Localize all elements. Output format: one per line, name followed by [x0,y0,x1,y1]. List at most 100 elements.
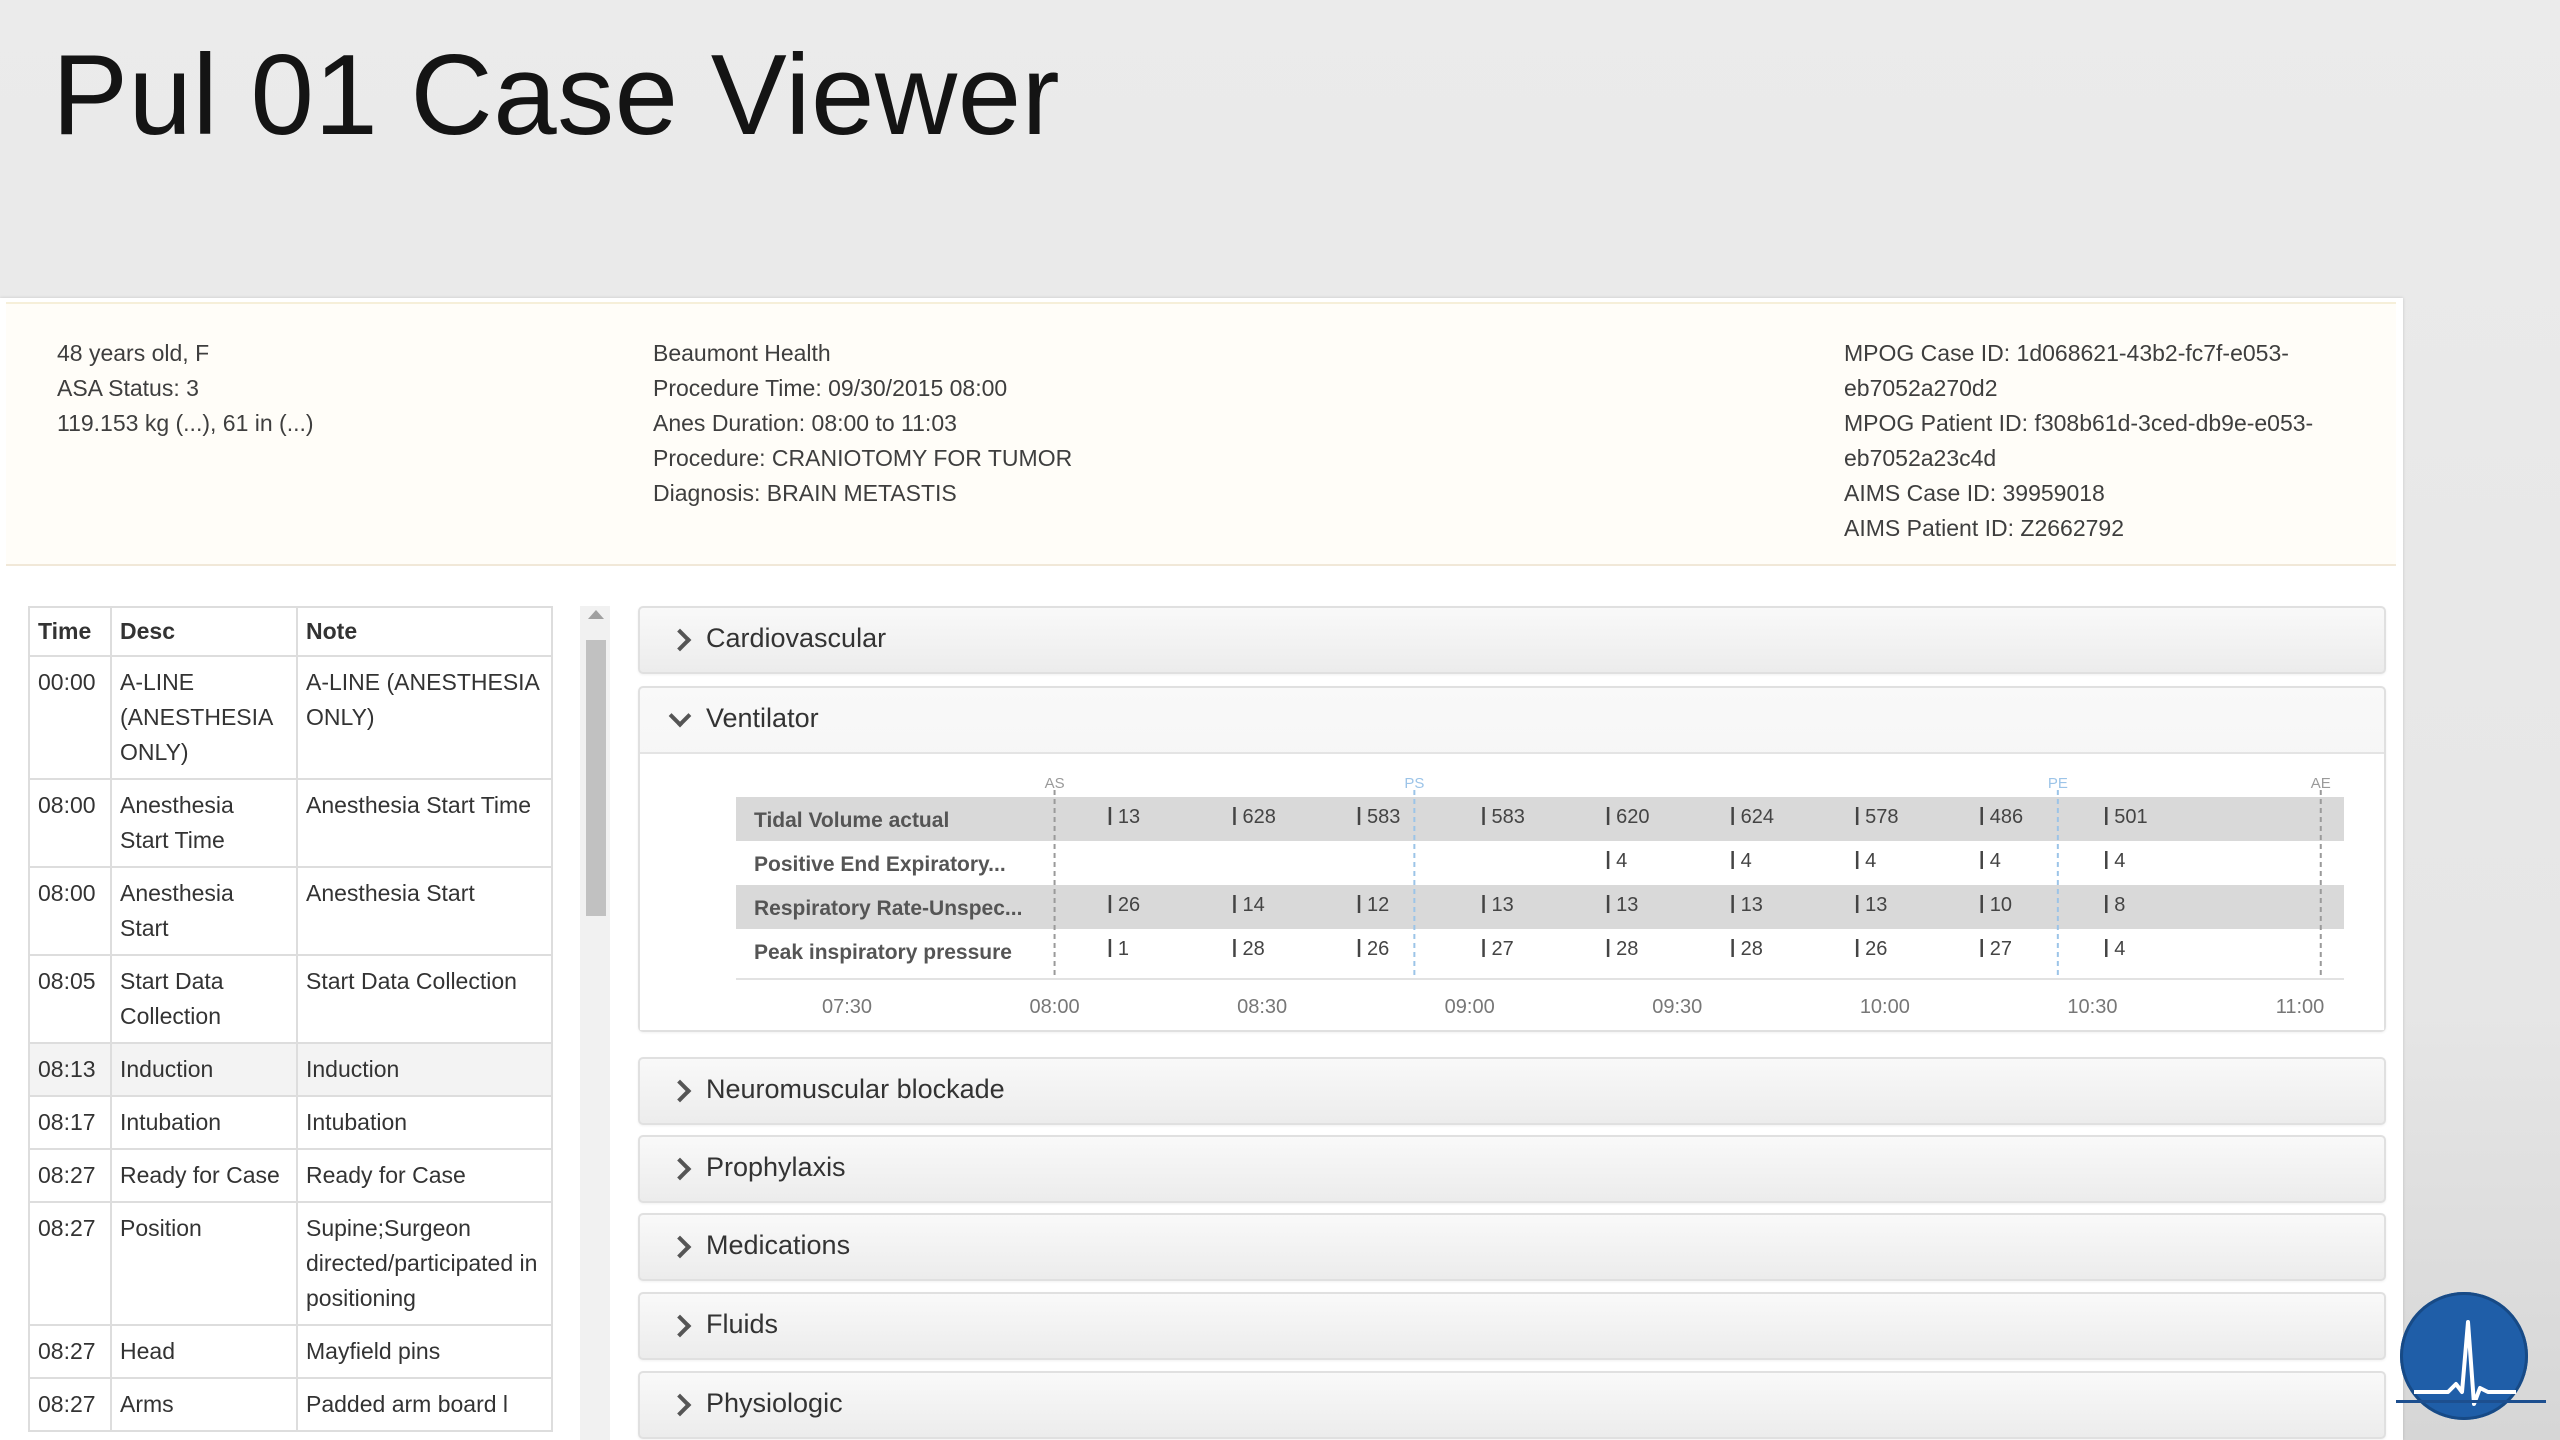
event-marker-label: PS [1404,775,1424,792]
ventilator-body: Tidal Volume actual Positive End Expirato… [640,752,2384,1030]
section-physiologic[interactable]: Physiologic [638,1371,2386,1439]
table-row[interactable]: 08:27 Position Supine;Surgeon directed/p… [28,1201,553,1326]
cell-time: 08:27 [28,1324,112,1379]
logo-baseline [2396,1400,2546,1403]
section-label: Prophylaxis [706,1152,846,1182]
value-label: 4 [1616,850,1627,872]
section-ventilator[interactable]: Ventilator Tidal Volume actual Positive E… [638,686,2386,1032]
table-row[interactable]: 08:00 Anesthesia Start Time Anesthesia S… [28,778,553,868]
patient-info: 48 years old, F ASA Status: 3 119.153 kg… [57,336,314,441]
events-table-container: Time Desc Note 00:00 A-LINE (ANESTHESIA … [28,606,555,1440]
section-neuromuscular-blockade[interactable]: Neuromuscular blockade [638,1057,2386,1125]
weight-height: 119.153 kg (...), 61 in (...) [57,410,314,436]
table-row[interactable]: 08:27 Arms Padded arm board l [28,1377,553,1432]
value-label: 13 [1616,894,1638,916]
table-row[interactable]: 08:05 Start Data Collection Start Data C… [28,954,553,1044]
value-label: 26 [1118,894,1140,916]
section-label: Ventilator [706,703,819,733]
mpog-case-id: MPOG Case ID: 1d068621-43b2-fc7f-e053- [1844,340,2289,366]
ventilator-chart: Tidal Volume actual Positive End Expirato… [736,775,2344,1018]
cell-note: Ready for Case [296,1148,553,1203]
section-header[interactable]: Prophylaxis [640,1137,2384,1201]
column-header-time[interactable]: Time [28,606,112,657]
section-header[interactable]: Neuromuscular blockade [640,1059,2384,1123]
cell-desc: Start Data Collection [110,954,298,1044]
value-label: 624 [1741,806,1774,828]
value-label: 620 [1616,806,1649,828]
value-label: 1 [1118,938,1129,960]
section-label: Cardiovascular [706,623,887,653]
cell-time: 08:05 [28,954,112,1044]
mpog-patient-id: MPOG Patient ID: f308b61d-3ced-db9e-e053… [1844,410,2314,436]
cell-time: 08:00 [28,778,112,868]
cell-desc: Ready for Case [110,1148,298,1203]
table-row[interactable]: 08:00 Anesthesia Start Anesthesia Start [28,866,553,956]
cell-time: 08:13 [28,1042,112,1097]
mpog-patient-id-cont: eb7052a23c4d [1844,445,1997,471]
table-row[interactable]: 08:27 Head Mayfield pins [28,1324,553,1379]
case-viewer-panel: 48 years old, F ASA Status: 3 119.153 kg… [0,298,2403,1440]
row-label: Respiratory Rate-Unspec... [754,897,1022,920]
value-label: 486 [1990,806,2023,828]
table-row[interactable]: 08:17 Intubation Intubation [28,1095,553,1150]
cell-desc: Position [110,1201,298,1326]
x-tick-label: 07:30 [822,996,872,1018]
cell-time: 08:27 [28,1148,112,1203]
cell-note: Intubation [296,1095,553,1150]
value-label: 8 [2114,894,2125,916]
procedure-name: Procedure: CRANIOTOMY FOR TUMOR [653,445,1073,471]
row-band [736,797,2344,841]
table-row[interactable]: 08:13 Induction Induction [28,1042,553,1097]
value-label: 27 [1492,938,1514,960]
anes-duration: Anes Duration: 08:00 to 11:03 [653,410,957,436]
value-label: 583 [1492,806,1525,828]
cell-time: 08:17 [28,1095,112,1150]
asa-status: ASA Status: 3 [57,375,199,401]
section-header[interactable]: Fluids [640,1294,2384,1358]
cell-time: 08:27 [28,1201,112,1326]
value-label: 12 [1367,894,1389,916]
cell-time: 08:00 [28,866,112,956]
mpog-case-id-cont: eb7052a270d2 [1844,375,1998,401]
facility: Beaumont Health [653,340,831,366]
table-row[interactable]: 08:27 Ready for Case Ready for Case [28,1148,553,1203]
value-label: 4 [2114,850,2125,872]
scroll-up-arrow-icon[interactable] [588,610,604,619]
section-header[interactable]: Ventilator [640,688,2384,752]
chevron-right-icon [668,1314,692,1338]
column-header-desc[interactable]: Desc [110,606,298,657]
cell-desc: Induction [110,1042,298,1097]
column-header-note[interactable]: Note [296,606,553,657]
section-label: Neuromuscular blockade [706,1074,1005,1104]
value-label: 28 [1741,938,1763,960]
value-label: 583 [1367,806,1400,828]
section-medications[interactable]: Medications [638,1213,2386,1281]
x-tick-label: 09:30 [1652,996,1702,1018]
chevron-right-icon [668,1079,692,1103]
cell-desc: Anesthesia Start [110,866,298,956]
events-scrollbar[interactable] [580,606,610,1440]
cell-note: Mayfield pins [296,1324,553,1379]
value-label: 14 [1242,894,1264,916]
scroll-thumb[interactable] [586,640,606,916]
section-fluids[interactable]: Fluids [638,1292,2386,1360]
cell-time: 08:27 [28,1377,112,1432]
section-label: Medications [706,1230,851,1260]
value-label: 4 [2114,938,2125,960]
value-label: 28 [1616,938,1638,960]
table-row[interactable]: 00:00 A-LINE (ANESTHESIA ONLY) A-LINE (A… [28,655,553,780]
x-tick-label: 09:00 [1445,996,1495,1018]
cell-desc: Arms [110,1377,298,1432]
event-marker-label: AE [2311,775,2331,792]
section-header[interactable]: Medications [640,1215,2384,1279]
x-tick-label: 08:30 [1237,996,1287,1018]
events-table: Time Desc Note 00:00 A-LINE (ANESTHESIA … [28,606,553,1432]
chevron-right-icon [668,1235,692,1259]
value-label: 501 [2114,806,2147,828]
section-prophylaxis[interactable]: Prophylaxis [638,1135,2386,1203]
x-tick-label: 11:00 [2276,996,2325,1018]
cell-desc: Anesthesia Start Time [110,778,298,868]
section-cardiovascular[interactable]: Cardiovascular [638,606,2386,674]
section-header[interactable]: Cardiovascular [640,608,2384,672]
section-header[interactable]: Physiologic [640,1373,2384,1437]
